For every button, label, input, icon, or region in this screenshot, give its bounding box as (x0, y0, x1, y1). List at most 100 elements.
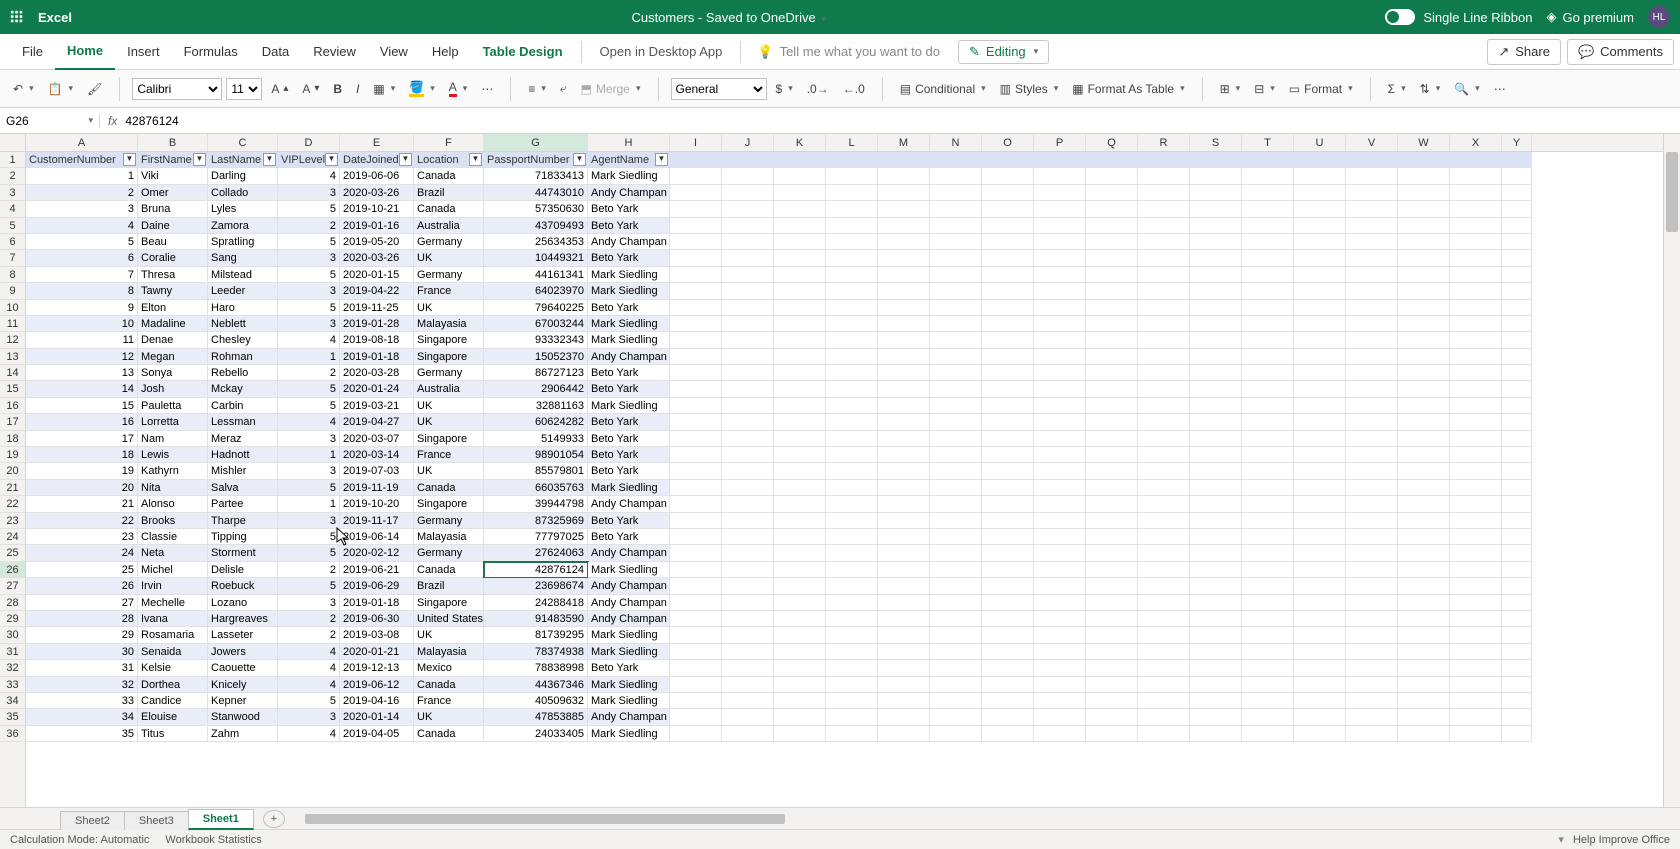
cell[interactable]: Tawny (138, 283, 208, 299)
cell[interactable] (1346, 693, 1398, 709)
cell[interactable]: 57350630 (484, 201, 588, 217)
cell[interactable] (982, 480, 1034, 496)
cell[interactable] (722, 726, 774, 742)
cell[interactable] (774, 644, 826, 660)
cell[interactable]: 35 (26, 726, 138, 742)
cell[interactable] (1138, 660, 1190, 676)
cell[interactable] (1294, 398, 1346, 414)
menu-tab-file[interactable]: File (10, 34, 55, 70)
cell[interactable]: 3 (278, 283, 340, 299)
column-header[interactable]: E (340, 134, 414, 151)
cell[interactable] (1502, 627, 1532, 643)
cell[interactable] (774, 168, 826, 184)
cell[interactable] (774, 496, 826, 512)
cell[interactable]: 2019-11-17 (340, 513, 414, 529)
scrollbar-thumb[interactable] (1666, 152, 1678, 232)
row-header[interactable]: 14 (0, 365, 25, 381)
cell[interactable] (1450, 332, 1502, 348)
cell[interactable] (1242, 316, 1294, 332)
italic-button[interactable]: I (351, 79, 364, 99)
cell[interactable] (1502, 201, 1532, 217)
cell[interactable] (1034, 447, 1086, 463)
cell[interactable] (1086, 234, 1138, 250)
cell[interactable] (1450, 545, 1502, 561)
cell[interactable]: France (414, 447, 484, 463)
cell[interactable]: Mark Siedling (588, 267, 670, 283)
table-header-cell[interactable] (1034, 152, 1086, 168)
cell[interactable] (1502, 431, 1532, 447)
cell[interactable]: Lewis (138, 447, 208, 463)
cell[interactable] (1398, 480, 1450, 496)
cell[interactable] (1502, 234, 1532, 250)
cell[interactable] (1086, 644, 1138, 660)
cell[interactable]: 2019-01-18 (340, 595, 414, 611)
cell[interactable] (1242, 611, 1294, 627)
cell[interactable] (1502, 463, 1532, 479)
cell[interactable] (774, 332, 826, 348)
cell[interactable] (774, 185, 826, 201)
cell[interactable]: 2019-10-20 (340, 496, 414, 512)
cell[interactable] (1502, 513, 1532, 529)
cell[interactable]: 27 (26, 595, 138, 611)
cell[interactable] (930, 250, 982, 266)
cell[interactable]: 8 (26, 283, 138, 299)
cell[interactable] (1086, 463, 1138, 479)
cell[interactable]: Canada (414, 726, 484, 742)
cell[interactable]: Darling (208, 168, 278, 184)
cell[interactable] (1086, 677, 1138, 693)
cell[interactable] (1138, 480, 1190, 496)
cell[interactable] (1034, 332, 1086, 348)
cell[interactable]: Hadnott (208, 447, 278, 463)
cell[interactable] (930, 234, 982, 250)
conditional-formatting-button[interactable]: ▤ Conditional▾ (895, 79, 991, 99)
cell[interactable] (774, 578, 826, 594)
cell[interactable] (1346, 513, 1398, 529)
cell[interactable] (670, 463, 722, 479)
cell[interactable]: 43709493 (484, 218, 588, 234)
column-header[interactable]: J (722, 134, 774, 151)
cell[interactable]: 2019-05-20 (340, 234, 414, 250)
cell[interactable] (1138, 578, 1190, 594)
cell[interactable] (1138, 316, 1190, 332)
cell[interactable]: Senaida (138, 644, 208, 660)
cell[interactable] (1086, 349, 1138, 365)
cell[interactable]: Singapore (414, 496, 484, 512)
cell[interactable] (1190, 611, 1242, 627)
cell[interactable] (1502, 447, 1532, 463)
menu-tab-view[interactable]: View (368, 34, 420, 70)
cell[interactable] (1450, 578, 1502, 594)
cell[interactable] (670, 349, 722, 365)
cell[interactable] (982, 644, 1034, 660)
column-header[interactable]: P (1034, 134, 1086, 151)
cell[interactable]: 64023970 (484, 283, 588, 299)
cell[interactable] (1190, 726, 1242, 742)
table-header-cell[interactable]: VIPLevel▼ (278, 152, 340, 168)
cell[interactable]: 2019-08-18 (340, 332, 414, 348)
cell[interactable] (1398, 627, 1450, 643)
cell[interactable] (1034, 529, 1086, 545)
cell[interactable]: Caouette (208, 660, 278, 676)
cell[interactable] (1502, 300, 1532, 316)
cell[interactable] (1034, 562, 1086, 578)
cell[interactable]: 2019-06-14 (340, 529, 414, 545)
cell[interactable] (1086, 545, 1138, 561)
cell[interactable]: 2019-04-16 (340, 693, 414, 709)
cell[interactable] (1502, 726, 1532, 742)
cell[interactable]: 3 (278, 250, 340, 266)
cell[interactable] (1190, 168, 1242, 184)
cell[interactable] (1242, 267, 1294, 283)
format-painter-button[interactable]: 🖌 (82, 79, 107, 99)
cell[interactable] (1086, 595, 1138, 611)
cell[interactable]: Andy Champan (588, 709, 670, 725)
column-header[interactable]: K (774, 134, 826, 151)
table-header-cell[interactable] (774, 152, 826, 168)
cell[interactable] (1346, 496, 1398, 512)
cell[interactable]: 16 (26, 414, 138, 430)
cell[interactable] (1138, 250, 1190, 266)
cell[interactable] (826, 562, 878, 578)
cell[interactable] (1190, 545, 1242, 561)
sort-filter-button[interactable]: ⇅▾ (1415, 79, 1446, 99)
cell[interactable] (1502, 545, 1532, 561)
cell[interactable]: 71833413 (484, 168, 588, 184)
cell[interactable]: Singapore (414, 349, 484, 365)
